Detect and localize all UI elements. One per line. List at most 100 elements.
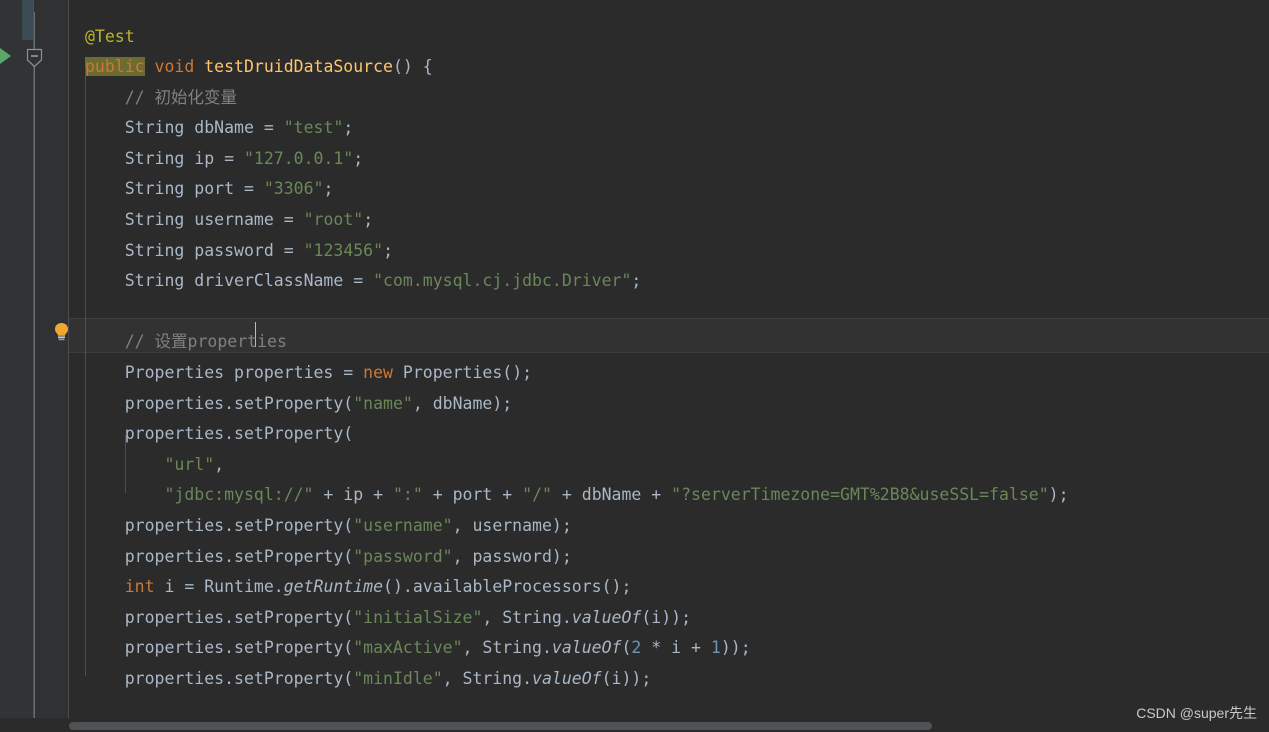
code-token: )) [661, 607, 682, 627]
code-token: "?serverTimezone=GMT%2B8&useSSL=false" [671, 485, 1049, 505]
code-line[interactable] [85, 297, 1069, 328]
collapse-method-fold-icon[interactable] [26, 48, 43, 68]
code-token: ":" [392, 485, 423, 505]
code-token: , String. [462, 638, 552, 658]
code-token: properties = [224, 363, 364, 383]
code-token: , String. [482, 607, 572, 627]
code-token: "3306" [263, 179, 324, 199]
code-fold-region-line [34, 12, 35, 718]
code-token: // 设置properties [124, 332, 287, 352]
code-token: ; [383, 240, 393, 260]
code-token: ( [343, 516, 354, 535]
code-token: "username" [353, 516, 453, 535]
code-token: , dbName [412, 393, 493, 413]
code-token: ; [343, 118, 354, 138]
code-line[interactable]: properties.setProperty("minIdle", String… [85, 664, 1069, 695]
code-token: // 初始化变量 [124, 87, 238, 107]
source-code[interactable]: @Test public void testDruidDataSource() {… [85, 22, 1069, 695]
code-token: "root" [303, 210, 364, 230]
code-token: Properties [392, 363, 503, 383]
run-test-gutter-icon[interactable] [0, 48, 11, 64]
code-token: "127.0.0.1" [243, 148, 354, 168]
code-line[interactable]: properties.setProperty("username", usern… [85, 511, 1069, 542]
left-annotation-strip[interactable] [0, 0, 34, 718]
code-token: public [85, 57, 145, 77]
code-token: i [611, 668, 622, 688]
code-line[interactable]: // 初始化变量 [85, 83, 1069, 114]
code-line[interactable]: properties.setProperty("initialSize", St… [85, 603, 1069, 634]
code-token: + ip + [313, 485, 393, 505]
code-token: "jdbc:mysql://" [164, 485, 314, 505]
code-token: valueOf [551, 638, 622, 658]
code-line[interactable]: "url", [85, 450, 1069, 481]
code-token: () [502, 363, 523, 383]
intention-lightbulb-icon[interactable] [53, 322, 70, 342]
code-token: ; [323, 179, 334, 199]
code-token: () [383, 577, 403, 597]
code-line[interactable]: properties.setProperty("maxActive", Stri… [85, 633, 1069, 664]
code-line[interactable]: String port = "3306"; [85, 174, 1069, 205]
code-line[interactable]: "jdbc:mysql://" + ip + ":" + port + "/" … [85, 480, 1069, 511]
code-token: ; [522, 363, 533, 383]
code-line[interactable]: // 设置properties [85, 327, 1069, 358]
code-token: ; [561, 516, 572, 535]
code-token: String [124, 118, 185, 138]
code-token: ( [343, 607, 354, 627]
code-line[interactable]: int i = Runtime.getRuntime().availablePr… [85, 572, 1069, 603]
code-token: 2 [631, 638, 642, 658]
code-token: , password [452, 546, 552, 566]
code-token: ) [551, 516, 562, 535]
editor-gutter[interactable] [34, 0, 68, 718]
code-line[interactable]: properties.setProperty( [85, 419, 1069, 450]
code-token: String [124, 271, 185, 291]
code-token: ( [343, 638, 354, 658]
horizontal-scrollbar-thumb[interactable] [69, 722, 932, 730]
code-token: ; [363, 210, 374, 230]
code-line[interactable]: String password = "123456"; [85, 236, 1069, 267]
code-token: () [601, 577, 622, 597]
code-token: { [412, 57, 433, 77]
code-token: ( [343, 546, 354, 566]
code-token: ; [641, 668, 652, 688]
editor-text-area[interactable]: @Test public void testDruidDataSource() {… [69, 0, 1269, 718]
code-token: i [651, 607, 662, 627]
code-line[interactable]: String dbName = "test"; [85, 113, 1069, 144]
code-token: "/" [522, 485, 552, 505]
code-line[interactable]: String driverClassName = "com.mysql.cj.j… [85, 266, 1069, 297]
code-token: properties.setProperty [124, 546, 344, 566]
code-token: 1 [710, 638, 721, 658]
code-token: * i + [641, 638, 711, 658]
code-token: valueOf [571, 607, 642, 627]
code-token: @Test [85, 26, 135, 46]
code-token: ; [740, 638, 751, 658]
code-token: )) [720, 638, 741, 658]
code-line[interactable]: properties.setProperty("password", passw… [85, 542, 1069, 573]
code-line[interactable]: String ip = "127.0.0.1"; [85, 144, 1069, 175]
code-token: "test" [283, 118, 344, 138]
code-line[interactable]: @Test [85, 22, 1069, 53]
code-line[interactable]: public void testDruidDataSource() { [85, 52, 1069, 83]
code-token: + port + [422, 485, 523, 505]
code-token: properties.setProperty [124, 638, 344, 658]
code-line[interactable]: properties.setProperty("name", dbName); [85, 389, 1069, 420]
indent-guide [85, 68, 87, 677]
code-token: ; [1058, 485, 1069, 505]
code-line[interactable]: String username = "root"; [85, 205, 1069, 236]
code-token: ; [621, 577, 632, 597]
code-token: String [124, 240, 185, 260]
code-token: "initialSize" [353, 607, 483, 627]
code-line[interactable]: Properties properties = new Properties()… [85, 358, 1069, 389]
code-token: password = [184, 240, 304, 260]
code-token: ip = [184, 148, 244, 168]
